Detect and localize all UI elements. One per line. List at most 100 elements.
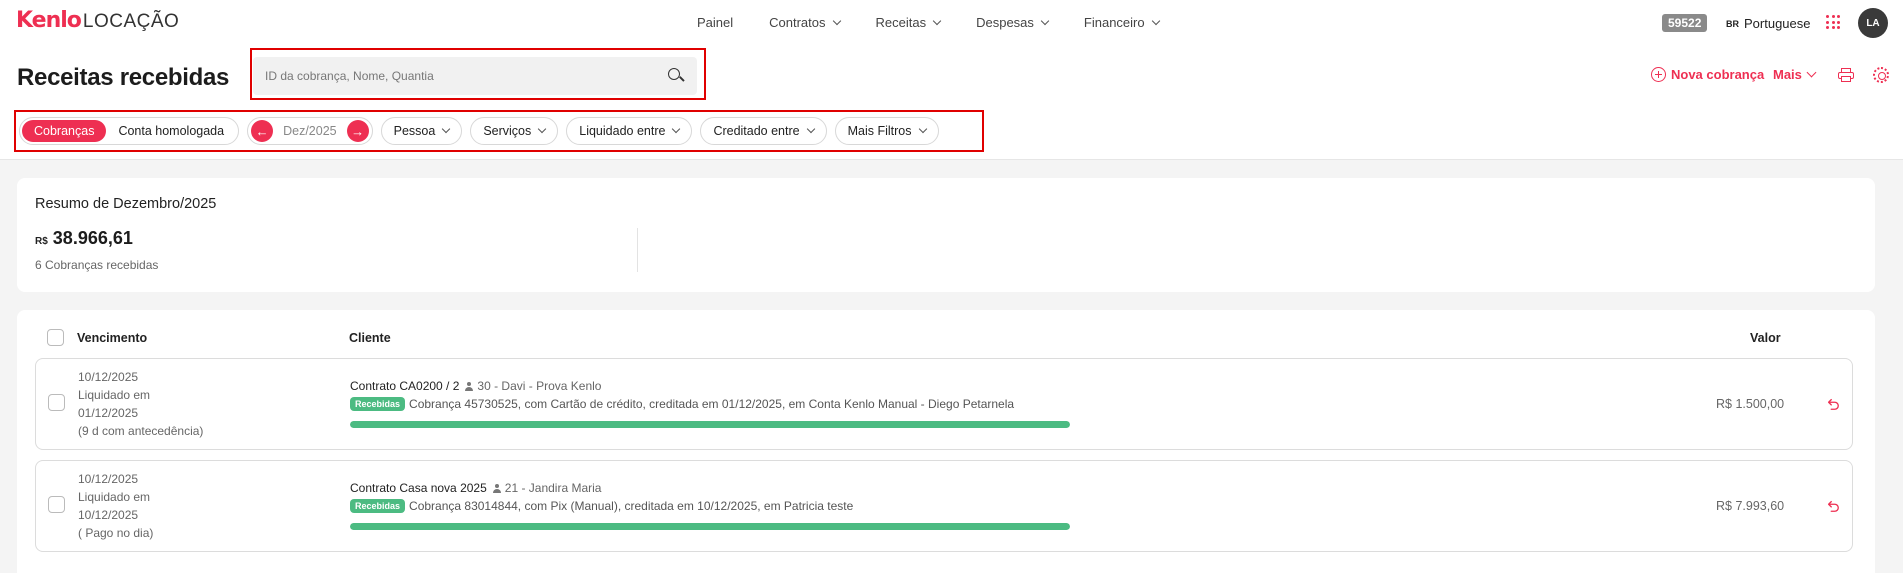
apps-grid-icon[interactable]	[1826, 15, 1840, 29]
chevron-down-icon	[932, 16, 942, 25]
charges-table: Vencimento Cliente Valor 10/12/2025 Liqu…	[17, 310, 1875, 573]
new-charge-label: Nova cobrança	[1671, 67, 1765, 82]
search-icon[interactable]	[667, 67, 685, 85]
row-checkbox[interactable]	[48, 394, 65, 411]
new-charge-button[interactable]: Nova cobrança	[1651, 67, 1764, 82]
description-text: Cobrança 45730525, com Cartão de crédito…	[409, 397, 1015, 411]
gear-icon[interactable]	[1873, 67, 1889, 83]
row-description: Recebidas Cobrança 45730525, com Cartão …	[350, 397, 1014, 411]
filter-mais-filtros[interactable]: Mais Filtros	[834, 117, 939, 145]
filter-creditado-entre[interactable]: Creditado entre	[700, 117, 827, 145]
page-title: Receitas recebidas	[17, 64, 230, 91]
chevron-down-icon	[538, 124, 547, 134]
more-menu-button[interactable]: Mais	[1773, 67, 1817, 82]
contract-label[interactable]: Contrato CA0200 / 2	[350, 379, 459, 393]
header-cliente[interactable]: Cliente	[349, 331, 391, 345]
progress-fill	[350, 523, 1070, 530]
progress-bar	[350, 421, 1070, 428]
header-valor[interactable]: Valor	[1750, 331, 1781, 345]
summary-subtitle: 6 Cobranças recebidas	[35, 258, 159, 272]
filter-liquidado-entre[interactable]: Liquidado entre	[566, 117, 693, 145]
type-segmented-control: Cobranças Conta homologada	[19, 117, 240, 145]
filter-label: Serviços	[483, 124, 532, 138]
filter-bar: Cobranças Conta homologada ← Dez/2025 → …	[19, 117, 939, 145]
liquidated-date: 01/12/2025	[78, 406, 139, 420]
plus-circle-icon	[1651, 67, 1666, 82]
person-label[interactable]: 21 - Jandira Maria	[505, 481, 602, 495]
status-badge: Recebidas	[350, 499, 406, 513]
row-contract: Contrato Casa nova 2025 21 - Jandira Mar…	[350, 481, 601, 495]
chevron-down-icon	[806, 124, 815, 134]
nav-financeiro[interactable]: Financeiro	[1083, 15, 1160, 30]
summary-title: Resumo de Dezembro/2025	[35, 196, 217, 212]
summary-currency: R$	[35, 236, 48, 247]
filter-label: Mais Filtros	[847, 124, 912, 138]
filter-label: Pessoa	[393, 124, 436, 138]
nav-contratos[interactable]: Contratos	[769, 15, 841, 30]
nav-receitas[interactable]: Receitas	[875, 15, 942, 30]
period-label[interactable]: Dez/2025	[283, 124, 337, 138]
avatar[interactable]: LA	[1858, 8, 1888, 38]
row-value: R$ 1.500,00	[1716, 397, 1785, 411]
main-nav: Painel Contratos Receitas Despesas Finan…	[697, 15, 1195, 30]
liquidated-label: Liquidado em	[78, 490, 151, 504]
chevron-down-icon	[1806, 67, 1817, 78]
undo-icon[interactable]	[1826, 397, 1840, 411]
print-icon[interactable]	[1838, 68, 1854, 83]
description-text: Cobrança 83014844, com Pix (Manual), cre…	[409, 499, 854, 513]
search-input[interactable]	[265, 69, 667, 83]
chevron-down-icon	[832, 16, 841, 25]
nav-label: Contratos	[769, 15, 826, 30]
payment-note: (9 d com antecedência)	[78, 424, 204, 438]
language-label: Portuguese	[1744, 16, 1811, 31]
table-row[interactable]: 10/12/2025 Liquidado em 10/12/2025 ( Pag…	[35, 460, 1853, 552]
summary-total: 38.966,61	[52, 228, 133, 248]
nav-label: Receitas	[875, 15, 927, 30]
chevron-down-icon	[672, 124, 681, 134]
filter-servicos[interactable]: Serviços	[470, 117, 559, 145]
filter-pessoa[interactable]: Pessoa	[380, 117, 463, 145]
nav-label: Financeiro	[1083, 15, 1145, 30]
count-badge[interactable]: 59522	[1662, 14, 1708, 32]
arrow-right-icon[interactable]: →	[346, 120, 369, 142]
language-selector[interactable]: BR Portuguese	[1726, 16, 1811, 31]
arrow-left-icon[interactable]: ←	[251, 120, 274, 142]
payment-note: ( Pago no dia)	[78, 526, 154, 540]
nav-despesas[interactable]: Despesas	[976, 15, 1050, 30]
contract-label[interactable]: Contrato Casa nova 2025	[350, 481, 487, 495]
nav-label: Painel	[697, 15, 734, 30]
row-contract: Contrato CA0200 / 2 30 - Davi - Prova Ke…	[350, 379, 601, 393]
chevron-down-icon	[1151, 16, 1160, 25]
chevron-down-icon	[918, 124, 927, 134]
liquidated-date: 10/12/2025	[78, 508, 139, 522]
row-due-info: 10/12/2025 Liquidado em 01/12/2025 (9 d …	[78, 368, 203, 440]
user-icon	[492, 483, 501, 493]
filter-label: Creditado entre	[713, 124, 800, 138]
kenlo-logo[interactable]: Kenlo LOCAÇÃO	[16, 8, 179, 33]
summary-amount: R$ 38.966,61	[35, 228, 133, 249]
progress-bar	[350, 523, 1070, 530]
segment-conta-homologada[interactable]: Conta homologada	[106, 120, 236, 142]
person-label[interactable]: 30 - Davi - Prova Kenlo	[477, 379, 601, 393]
top-navbar: Kenlo LOCAÇÃO Painel Contratos Receitas …	[0, 0, 1903, 46]
table-row[interactable]: 10/12/2025 Liquidado em 01/12/2025 (9 d …	[35, 358, 1853, 450]
select-all-checkbox[interactable]	[47, 329, 64, 346]
row-description: Recebidas Cobrança 83014844, com Pix (Ma…	[350, 499, 853, 513]
row-checkbox[interactable]	[48, 496, 65, 513]
undo-icon[interactable]	[1826, 499, 1840, 513]
nav-painel[interactable]: Painel	[697, 15, 733, 30]
segment-cobrancas[interactable]: Cobranças	[22, 120, 107, 142]
chevron-down-icon	[1040, 16, 1050, 25]
summary-divider	[637, 228, 638, 272]
more-label: Mais	[1773, 67, 1802, 82]
logo-sub: LOCAÇÃO	[82, 11, 180, 32]
due-date: 10/12/2025	[78, 472, 139, 486]
filter-label: Liquidado entre	[579, 124, 666, 138]
summary-card: Resumo de Dezembro/2025 R$ 38.966,61 6 C…	[17, 178, 1875, 292]
row-due-info: 10/12/2025 Liquidado em 10/12/2025 ( Pag…	[78, 470, 153, 542]
header-vencimento[interactable]: Vencimento	[77, 331, 147, 345]
liquidated-label: Liquidado em	[78, 388, 151, 402]
nav-label: Despesas	[976, 15, 1034, 30]
period-navigator: ← Dez/2025 →	[247, 117, 373, 145]
user-icon	[465, 381, 474, 391]
